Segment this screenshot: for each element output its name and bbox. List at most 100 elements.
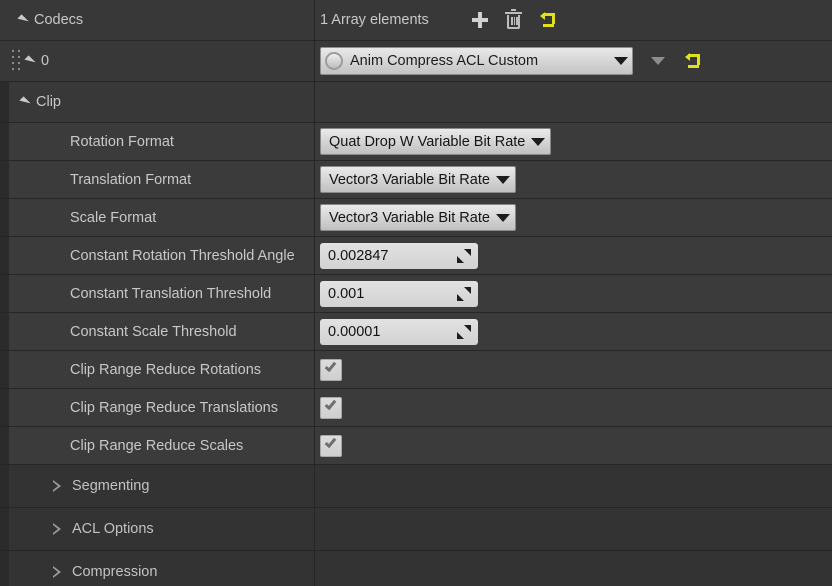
- row-category-clip: Clip: [0, 82, 832, 123]
- clip-range-reduce-rotations-label-cell: Clip Range Reduce Rotations: [0, 351, 315, 388]
- indent-rail: [0, 551, 9, 586]
- chevron-down-icon: [495, 175, 510, 184]
- drag-value-icon[interactable]: [457, 248, 471, 263]
- rotation-format-label: Rotation Format: [70, 133, 174, 150]
- constant-rotation-threshold-angle-value: 0.002847: [328, 247, 389, 264]
- indent-rail: [0, 427, 9, 464]
- segmenting-label: Segmenting: [72, 478, 150, 494]
- array-element-value: Anim Compress ACL Custom: [315, 41, 832, 81]
- clip-range-reduce-translations-value-cell: [315, 389, 832, 426]
- constant-translation-threshold-value-cell: 0.001: [315, 275, 832, 312]
- constant-rotation-threshold-angle-value-cell: 0.002847: [315, 237, 832, 274]
- translation-format-value-cell: Vector3 Variable Bit Rate: [315, 161, 832, 198]
- clip-range-reduce-scales-checkbox[interactable]: [320, 434, 342, 457]
- rotation-format-value: Quat Drop W Variable Bit Rate: [329, 133, 526, 150]
- array-element-index-label: 0: [41, 53, 50, 69]
- indent-rail: [0, 465, 9, 507]
- row-clip-range-reduce-rotations: Clip Range Reduce Rotations: [0, 351, 832, 389]
- class-thumbnail-icon: [325, 52, 343, 70]
- row-segmenting: Segmenting: [0, 465, 832, 508]
- browse-class-button[interactable]: [645, 48, 671, 74]
- row-constant-rotation-threshold-angle: Constant Rotation Threshold Angle 0.0028…: [0, 237, 832, 275]
- rotation-format-label-cell: Rotation Format: [0, 123, 315, 160]
- category-clip-label: Clip: [36, 94, 61, 110]
- codecs-label: Codecs: [34, 12, 84, 28]
- chevron-down-icon: [495, 213, 510, 222]
- clip-range-reduce-translations-label-cell: Clip Range Reduce Translations: [0, 389, 315, 426]
- clip-range-reduce-translations-label: Clip Range Reduce Translations: [70, 399, 278, 416]
- rotation-format-value-cell: Quat Drop W Variable Bit Rate: [315, 123, 832, 160]
- scale-format-dropdown[interactable]: Vector3 Variable Bit Rate: [320, 204, 516, 231]
- clip-range-reduce-scales-value-cell: [315, 427, 832, 464]
- class-picker-dropdown[interactable]: Anim Compress ACL Custom: [320, 47, 633, 75]
- constant-scale-threshold-value: 0.00001: [328, 323, 381, 340]
- category-clip-right: [315, 82, 832, 122]
- constant-translation-threshold-input[interactable]: 0.001: [320, 280, 478, 307]
- collapse-triangle-icon[interactable]: [52, 565, 63, 578]
- reset-arrow-icon: [540, 11, 556, 28]
- clip-range-reduce-translations-checkbox[interactable]: [320, 396, 342, 419]
- category-clip-left[interactable]: Clip: [0, 82, 315, 122]
- expand-triangle-icon[interactable]: [19, 96, 31, 108]
- indent-rail: [0, 199, 9, 236]
- constant-scale-threshold-input[interactable]: 0.00001: [320, 318, 478, 345]
- indent-rail: [0, 275, 9, 312]
- acl-options-label: ACL Options: [72, 521, 154, 537]
- indent-rail: [0, 508, 9, 550]
- indent-rail: [0, 237, 9, 274]
- acl-options-right: [315, 508, 832, 550]
- translation-format-dropdown[interactable]: Vector3 Variable Bit Rate: [320, 166, 516, 193]
- constant-rotation-threshold-angle-label: Constant Rotation Threshold Angle: [70, 247, 295, 264]
- reset-arrow-icon: [684, 52, 700, 69]
- codecs-header-left[interactable]: Codecs: [0, 0, 315, 40]
- codecs-array-toolbar: 1 Array elements: [315, 0, 832, 40]
- expand-triangle-icon[interactable]: [24, 55, 36, 67]
- array-element-count: 1 Array elements: [320, 12, 429, 28]
- clip-range-reduce-scales-label: Clip Range Reduce Scales: [70, 437, 244, 454]
- constant-rotation-threshold-angle-input[interactable]: 0.002847: [320, 242, 478, 269]
- segmenting-right: [315, 465, 832, 507]
- row-compression: Compression: [0, 551, 832, 586]
- check-icon: [324, 397, 337, 410]
- indent-rail: [0, 389, 9, 426]
- acl-options-left[interactable]: ACL Options: [0, 508, 315, 550]
- clip-range-reduce-rotations-value-cell: [315, 351, 832, 388]
- reset-class-button[interactable]: [679, 48, 705, 74]
- indent-rail: [0, 123, 9, 160]
- drag-value-icon[interactable]: [457, 324, 471, 339]
- details-panel: Codecs 1 Array elements 0 Anim Compress …: [0, 0, 832, 586]
- indent-rail: [0, 82, 9, 122]
- indent-rail: [0, 313, 9, 350]
- row-acl-options: ACL Options: [0, 508, 832, 551]
- row-clip-range-reduce-translations: Clip Range Reduce Translations: [0, 389, 832, 427]
- expand-triangle-icon[interactable]: [17, 14, 29, 26]
- check-icon: [324, 435, 337, 448]
- constant-translation-threshold-value: 0.001: [328, 285, 365, 302]
- compression-left[interactable]: Compression: [0, 551, 315, 586]
- collapse-triangle-icon[interactable]: [52, 522, 63, 535]
- array-element-left[interactable]: 0: [0, 41, 315, 81]
- row-translation-format: Translation Format Vector3 Variable Bit …: [0, 161, 832, 199]
- segmenting-left[interactable]: Segmenting: [0, 465, 315, 507]
- drag-value-icon[interactable]: [457, 286, 471, 301]
- chevron-down-icon: [531, 137, 546, 146]
- clip-range-reduce-rotations-checkbox[interactable]: [320, 358, 342, 381]
- delete-all-elements-button[interactable]: [501, 7, 527, 33]
- rotation-format-dropdown[interactable]: Quat Drop W Variable Bit Rate: [320, 128, 552, 155]
- collapse-triangle-icon[interactable]: [52, 479, 63, 492]
- check-icon: [324, 359, 337, 372]
- reset-array-button[interactable]: [535, 7, 561, 33]
- trash-icon: [505, 8, 523, 29]
- indent-rail: [0, 351, 9, 388]
- drag-handle-icon[interactable]: [12, 50, 21, 72]
- scale-format-value: Vector3 Variable Bit Rate: [329, 209, 490, 226]
- translation-format-label-cell: Translation Format: [0, 161, 315, 198]
- clip-range-reduce-scales-label-cell: Clip Range Reduce Scales: [0, 427, 315, 464]
- translation-format-label: Translation Format: [70, 171, 192, 188]
- translation-format-value: Vector3 Variable Bit Rate: [329, 171, 490, 188]
- indent-rail: [0, 161, 9, 198]
- chevron-down-icon: [614, 57, 628, 65]
- scale-format-value-cell: Vector3 Variable Bit Rate: [315, 199, 832, 236]
- scale-format-label-cell: Scale Format: [0, 199, 315, 236]
- add-element-button[interactable]: [467, 7, 493, 33]
